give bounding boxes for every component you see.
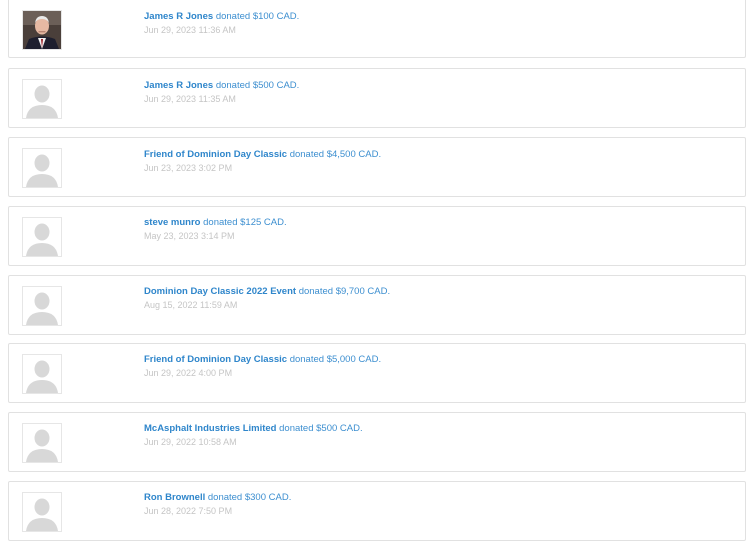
donation-summary: Dominion Day Classic 2022 Event donated … [144,286,390,298]
donation-amount: $125 CAD. [240,217,287,228]
donation-date: Jun 29, 2022 4:00 PM [144,368,233,378]
donation-amount: $500 CAD. [316,423,363,434]
donor-avatar[interactable] [22,423,62,463]
donation-date: Jun 29, 2023 11:36 AM [144,25,236,35]
donor-avatar[interactable] [22,492,62,532]
donor-avatar[interactable] [22,79,62,119]
donation-date: Jun 29, 2023 11:35 AM [144,94,236,104]
donation-amount: $4,500 CAD. [326,149,382,160]
donation-feed: James R Jones donated $100 CAD. Jun 29, … [0,0,752,550]
donation-card: Dominion Day Classic 2022 Event donated … [8,275,746,335]
donation-verb: donated [207,492,243,503]
donation-card: James R Jones donated $500 CAD. Jun 29, … [8,68,746,128]
donor-name-link[interactable]: McAsphalt Industries Limited [144,423,277,434]
donation-verb: donated [215,80,251,91]
donor-name-link[interactable]: Ron Brownell [144,492,205,503]
donation-date: Jun 28, 2022 7:50 PM [144,506,233,516]
default-user-icon [23,287,61,325]
donor-avatar[interactable] [22,354,62,394]
donation-amount: $100 CAD. [252,11,300,22]
donor-avatar[interactable] [22,286,62,326]
donation-date: Jun 23, 2023 3:02 PM [144,163,233,173]
donor-avatar[interactable] [22,217,62,257]
donor-name-link[interactable]: Dominion Day Classic 2022 Event [144,286,296,297]
donation-summary: Friend of Dominion Day Classic donated $… [144,149,381,161]
donation-card: McAsphalt Industries Limited donated $50… [8,412,746,472]
donation-verb: donated [203,217,238,228]
donor-name-link[interactable]: steve munro [144,217,201,228]
donation-summary: Friend of Dominion Day Classic donated $… [144,354,381,366]
default-user-icon [23,424,61,462]
donation-verb: donated [215,11,251,22]
donation-verb: donated [298,286,334,297]
donation-amount: $500 CAD. [252,80,300,91]
donation-date: May 23, 2023 3:14 PM [144,231,235,241]
donation-date: Aug 15, 2022 11:59 AM [144,300,238,310]
donation-summary: steve munro donated $125 CAD. [144,217,287,229]
donation-verb: donated [279,423,314,434]
donation-verb: donated [289,354,325,365]
default-user-icon [23,355,61,393]
default-user-icon [23,149,61,187]
donation-summary: McAsphalt Industries Limited donated $50… [144,423,363,435]
donation-card: Ron Brownell donated $300 CAD. Jun 28, 2… [8,481,746,541]
donor-name-link[interactable]: James R Jones [144,80,213,91]
donation-card: James R Jones donated $100 CAD. Jun 29, … [8,0,746,58]
donation-date: Jun 29, 2022 10:58 AM [144,437,237,447]
donor-avatar[interactable] [22,148,62,188]
donor-photo-avatar[interactable] [22,10,62,50]
donor-photo-icon [23,11,61,49]
donor-name-link[interactable]: Friend of Dominion Day Classic [144,354,287,365]
donation-card: Friend of Dominion Day Classic donated $… [8,137,746,197]
default-user-icon [23,218,61,256]
donation-amount: $300 CAD. [244,492,292,503]
donation-summary: James R Jones donated $100 CAD. [144,11,299,23]
donation-card: Friend of Dominion Day Classic donated $… [8,343,746,403]
donation-card: steve munro donated $125 CAD. May 23, 20… [8,206,746,266]
default-user-icon [23,493,61,531]
donation-verb: donated [289,149,325,160]
donation-summary: Ron Brownell donated $300 CAD. [144,492,291,504]
donation-summary: James R Jones donated $500 CAD. [144,80,299,92]
donation-amount: $5,000 CAD. [326,354,382,365]
donation-amount: $9,700 CAD. [335,286,391,297]
donor-name-link[interactable]: James R Jones [144,11,213,22]
donor-name-link[interactable]: Friend of Dominion Day Classic [144,149,287,160]
default-user-icon [23,80,61,118]
